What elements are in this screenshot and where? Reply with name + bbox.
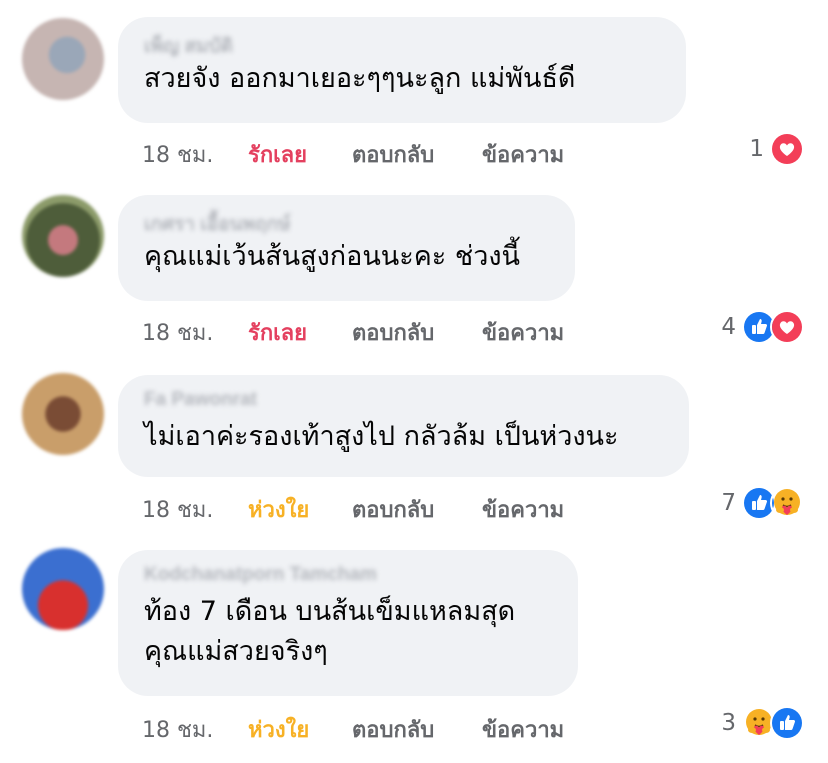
comment-actions: 18 ชม. ห่วงใย ตอบกลับ ข้อความ — [142, 492, 564, 527]
avatar[interactable] — [22, 373, 104, 455]
react-button[interactable]: ห่วงใย — [248, 492, 352, 527]
message-button[interactable]: ข้อความ — [482, 315, 564, 350]
comment-author[interactable]: Fa Pawonrat — [144, 389, 663, 417]
reaction-count: 4 — [721, 314, 736, 340]
care-icon — [770, 486, 804, 520]
comment-text: คุณแม่สวยจริงๆ — [144, 636, 328, 667]
message-button[interactable]: ข้อความ — [482, 492, 564, 527]
avatar[interactable] — [22, 548, 104, 630]
react-button[interactable]: ห่วงใย — [248, 712, 352, 747]
comment-text: ไม่เอาค่ะรองเท้าสูงไป กลัวล้ม เป็นห่วงนะ — [144, 421, 619, 452]
message-button[interactable]: ข้อความ — [482, 712, 564, 747]
love-icon — [770, 310, 804, 344]
reaction-count: 1 — [749, 136, 764, 162]
react-button[interactable]: รักเลย — [248, 137, 352, 172]
like-icon — [770, 706, 804, 740]
comment-timestamp[interactable]: 18 ชม. — [142, 137, 248, 172]
reaction-summary[interactable]: 4 — [721, 310, 804, 344]
message-button[interactable]: ข้อความ — [482, 137, 564, 172]
comment-bubble: เกศรา เอื้อนพฤกษ์ คุณแม่เว้นส้นสูงก่อนนะ… — [118, 195, 575, 301]
comment-text: ท้อง 7 เดือน บนส้นเข็มแหลมสุด — [144, 596, 516, 627]
comment-actions: 18 ชม. รักเลย ตอบกลับ ข้อความ — [142, 315, 564, 350]
comment-actions: 18 ชม. ห่วงใย ตอบกลับ ข้อความ — [142, 712, 564, 747]
comment-author[interactable]: เกศรา เอื้อนพฤกษ์ — [144, 209, 549, 237]
reply-button[interactable]: ตอบกลับ — [352, 137, 482, 172]
comment-actions: 18 ชม. รักเลย ตอบกลับ ข้อความ — [142, 137, 564, 172]
comment-bubble: Kodchanatporn Tamcham ท้อง 7 เดือน บนส้น… — [118, 550, 578, 696]
reaction-summary[interactable]: 3 — [721, 706, 804, 740]
react-button[interactable]: รักเลย — [248, 315, 352, 350]
reaction-count: 3 — [721, 710, 736, 736]
reaction-count: 7 — [721, 490, 736, 516]
comment-text: คุณแม่เว้นส้นสูงก่อนนะคะ ช่วงนี้ — [144, 241, 521, 272]
comment-author[interactable]: Kodchanatporn Tamcham — [144, 564, 552, 592]
comment-timestamp[interactable]: 18 ชม. — [142, 315, 248, 350]
avatar[interactable] — [22, 18, 104, 100]
comment-text: สวยจัง ออกมาเยอะๆๆนะลูก แม่พันธ์ดี — [144, 63, 576, 94]
comment-timestamp[interactable]: 18 ชม. — [142, 492, 248, 527]
reply-button[interactable]: ตอบกลับ — [352, 492, 482, 527]
comment-timestamp[interactable]: 18 ชม. — [142, 712, 248, 747]
reply-button[interactable]: ตอบกลับ — [352, 712, 482, 747]
comment-bubble: Fa Pawonrat ไม่เอาค่ะรองเท้าสูงไป กลัวล้… — [118, 375, 689, 477]
reaction-summary[interactable]: 1 — [749, 132, 804, 166]
reply-button[interactable]: ตอบกลับ — [352, 315, 482, 350]
reaction-summary[interactable]: 7 — [721, 486, 804, 520]
comment-bubble: เพ็ญ สมบัติ สวยจัง ออกมาเยอะๆๆนะลูก แม่พ… — [118, 17, 686, 123]
love-icon — [770, 132, 804, 166]
comment-author[interactable]: เพ็ญ สมบัติ — [144, 31, 660, 59]
avatar[interactable] — [22, 195, 104, 277]
